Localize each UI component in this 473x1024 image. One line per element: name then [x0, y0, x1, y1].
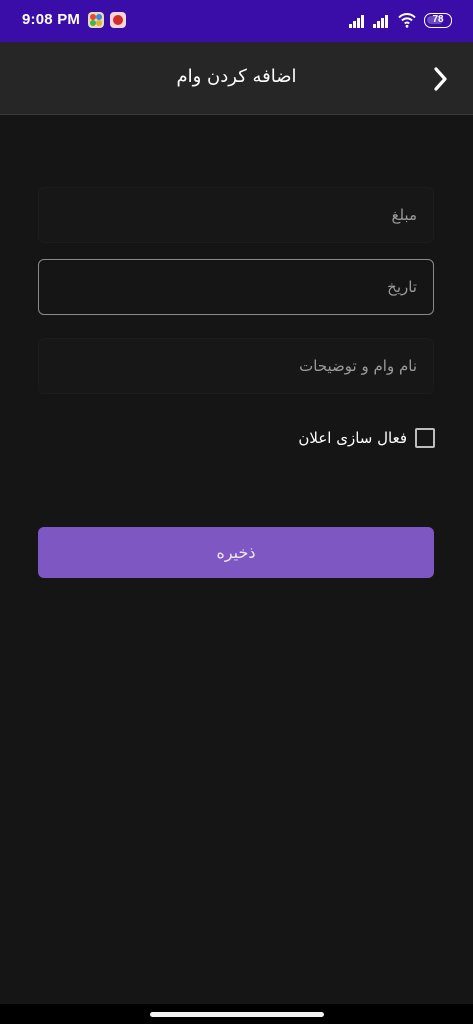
app-bar: اضافه کردن وام [0, 42, 473, 115]
date-field [38, 259, 434, 315]
home-indicator[interactable] [150, 1012, 324, 1017]
status-time: 9:08 PM [22, 11, 81, 28]
amount-field [38, 187, 434, 243]
description-input[interactable] [39, 339, 433, 393]
date-input[interactable] [39, 260, 433, 314]
page-title: اضافه کردن وام [176, 66, 297, 87]
add-loan-screen: 9:08 PM 78 اضافه کردن وام مبلغ تاریخ نام… [0, 0, 473, 1024]
signal-icon [373, 14, 393, 28]
notification-checkbox-label: فعال سازی اعلان [298, 429, 407, 447]
save-button[interactable]: ذخیره [38, 527, 434, 578]
chevron-right-icon [434, 67, 447, 91]
notification-checkbox[interactable] [415, 428, 435, 448]
battery-icon: 78 [424, 13, 452, 28]
notification-app-icon [110, 12, 126, 28]
description-field [38, 338, 434, 394]
amount-input[interactable] [39, 188, 433, 242]
navigation-bar [0, 1004, 473, 1024]
status-bar: 9:08 PM 78 [0, 0, 473, 42]
signal-icon [349, 14, 369, 28]
wifi-icon [398, 13, 416, 28]
back-button[interactable] [424, 62, 458, 96]
battery-level: 78 [432, 14, 444, 25]
notification-app-icon [88, 12, 104, 28]
notification-toggle-row[interactable]: فعال سازی اعلان [298, 424, 435, 452]
